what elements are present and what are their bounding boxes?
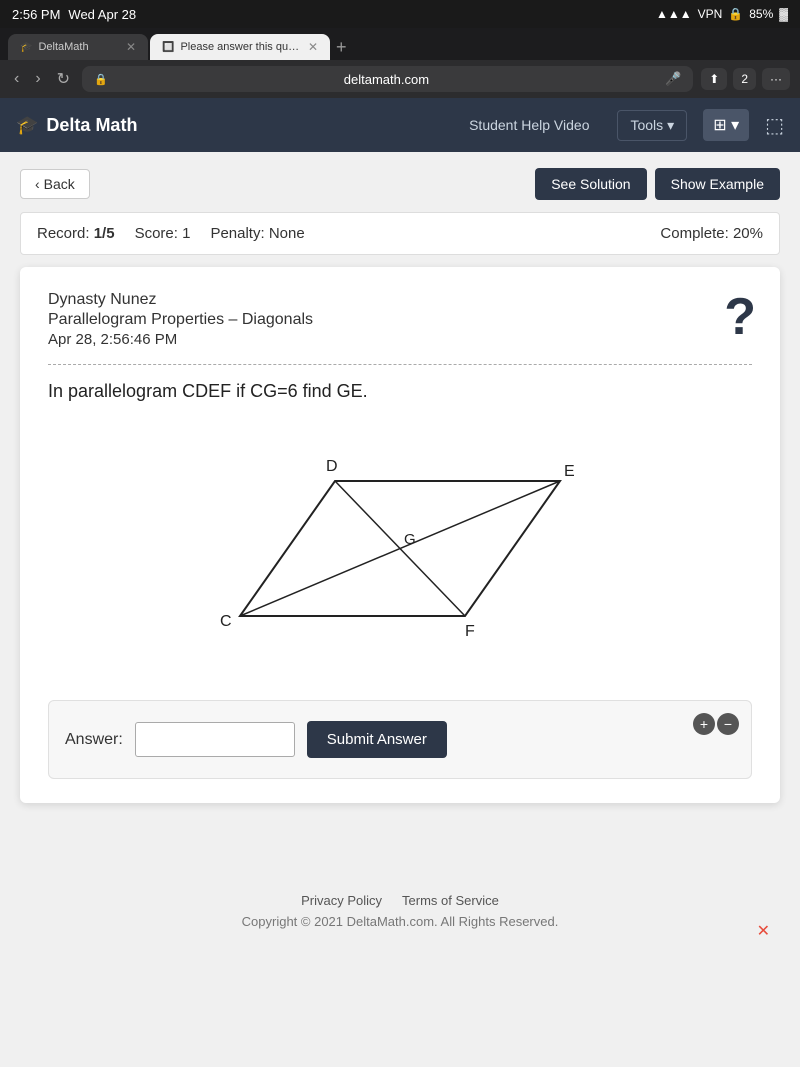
signal-icon: ▲▲▲ — [656, 7, 692, 21]
back-label: Back — [44, 176, 75, 192]
student-help-video-button[interactable]: Student Help Video — [457, 111, 601, 139]
more-options-button[interactable]: ··· — [762, 68, 790, 90]
score-value: 1 — [182, 225, 190, 242]
zoom-controls: + − — [693, 713, 739, 735]
answer-label: Answer: — [65, 731, 123, 749]
timestamp: Apr 28, 2:56:46 PM — [48, 331, 752, 348]
app-logo: 🎓 Delta Math — [16, 115, 137, 136]
tab-close-1[interactable]: ✕ — [126, 40, 136, 54]
share-button[interactable]: ⬆ — [701, 68, 727, 90]
tab-favicon-2: 🔲 — [162, 42, 174, 53]
record-value: 1/5 — [94, 225, 115, 242]
score-label: Score: — [135, 225, 178, 242]
back-arrow-icon: ‹ — [35, 176, 40, 192]
see-solution-button[interactable]: See Solution — [535, 168, 646, 200]
calc-dropdown-icon: ▾ — [731, 117, 739, 134]
tools-dropdown-icon: ▾ — [667, 117, 674, 134]
label-c: C — [220, 613, 232, 630]
status-date: Wed Apr 28 — [68, 7, 136, 22]
privacy-policy-link[interactable]: Privacy Policy — [301, 893, 382, 908]
address-text: deltamath.com — [114, 72, 659, 87]
footer: Privacy Policy Terms of Service Copyrigh… — [20, 863, 780, 949]
record-info: Record: 1/5 Score: 1 Penalty: None — [37, 225, 305, 242]
question-text: In parallelogram CDEF if CG=6 find GE. — [48, 381, 752, 402]
app-logo-icon: 🎓 — [16, 115, 38, 136]
tab-label-1: DeltaMath — [38, 41, 119, 53]
app-logo-text: Delta Math — [46, 115, 137, 136]
exit-button[interactable]: ⬚ — [765, 113, 784, 138]
footer-close-button[interactable]: ✕ — [757, 921, 770, 941]
tools-label: Tools — [630, 117, 663, 133]
calculator-button[interactable]: ⊞ ▾ — [703, 109, 749, 141]
browser-actions: ⬆ 2 ··· — [701, 68, 790, 90]
new-tab-button[interactable]: + — [336, 37, 347, 58]
status-time: 2:56 PM — [12, 7, 60, 22]
tabs-count-button[interactable]: 2 — [733, 68, 756, 90]
question-card: Dynasty Nunez Parallelogram Properties –… — [20, 267, 780, 803]
help-icon[interactable]: ? — [724, 291, 756, 343]
complete-value: 20% — [733, 225, 763, 242]
divider — [48, 364, 752, 365]
address-bar[interactable]: 🔒 deltamath.com 🎤 — [82, 66, 693, 92]
student-name: Dynasty Nunez — [48, 291, 752, 309]
lock-status-icon: 🔒 — [728, 7, 743, 21]
penalty-value: None — [269, 225, 305, 242]
complete-field: Complete: 20% — [660, 225, 763, 242]
answer-row: Answer: Submit Answer — [65, 721, 735, 758]
back-button[interactable]: ‹ Back — [20, 169, 90, 199]
topic-name: Parallelogram Properties – Diagonals — [48, 311, 752, 329]
question-meta: Dynasty Nunez Parallelogram Properties –… — [48, 291, 752, 348]
submit-answer-button[interactable]: Submit Answer — [307, 721, 447, 758]
action-buttons: See Solution Show Example — [535, 168, 780, 200]
address-lock-icon: 🔒 — [94, 73, 108, 86]
zoom-in-button[interactable]: + — [693, 713, 715, 735]
tab-label-2: Please answer this ques… — [180, 41, 301, 53]
browser-chrome: 🎓 DeltaMath ✕ 🔲 Please answer this ques…… — [0, 28, 800, 98]
calc-icon: ⊞ — [713, 117, 726, 134]
tab-favicon-1: 🎓 — [20, 42, 32, 53]
complete-label: Complete: — [660, 225, 728, 242]
reload-button[interactable]: ↻ — [53, 67, 74, 91]
diagonal-df — [335, 481, 465, 616]
label-f: F — [465, 623, 475, 640]
answer-input[interactable] — [135, 722, 295, 757]
status-bar: 2:56 PM Wed Apr 28 ▲▲▲ VPN 🔒 85% ▓ — [0, 0, 800, 28]
record-label: Record: — [37, 225, 90, 242]
address-bar-row: ‹ › ↻ 🔒 deltamath.com 🎤 ⬆ 2 ··· — [0, 60, 800, 98]
penalty-label: Penalty: — [210, 225, 264, 242]
mic-icon[interactable]: 🎤 — [665, 71, 681, 87]
forward-nav-button[interactable]: › — [31, 68, 44, 90]
tab-bar: 🎓 DeltaMath ✕ 🔲 Please answer this ques…… — [0, 28, 800, 60]
main-content: ‹ Back See Solution Show Example Record:… — [0, 152, 800, 985]
browser-tab-deltamath[interactable]: 🎓 DeltaMath ✕ — [8, 34, 148, 60]
back-nav-button[interactable]: ‹ — [10, 68, 23, 90]
vpn-indicator: VPN — [698, 7, 723, 21]
label-g: G — [404, 531, 416, 548]
battery-icon: ▓ — [779, 7, 788, 21]
label-d: D — [326, 458, 338, 475]
top-controls: ‹ Back See Solution Show Example — [20, 168, 780, 200]
record-bar: Record: 1/5 Score: 1 Penalty: None Compl… — [20, 212, 780, 255]
tools-menu-button[interactable]: Tools ▾ — [617, 110, 687, 141]
penalty-field: Penalty: None — [210, 225, 304, 242]
parallelogram-diagram: C D E F G — [190, 426, 610, 676]
score-field: Score: 1 — [135, 225, 191, 242]
browser-tab-active[interactable]: 🔲 Please answer this ques… ✕ — [150, 34, 330, 60]
footer-links: Privacy Policy Terms of Service — [20, 893, 780, 908]
tab-close-2[interactable]: ✕ — [308, 40, 318, 54]
answer-area: + − Answer: Submit Answer — [48, 700, 752, 779]
show-example-button[interactable]: Show Example — [655, 168, 780, 200]
exit-icon: ⬚ — [765, 115, 784, 137]
zoom-out-button[interactable]: − — [717, 713, 739, 735]
record-field: Record: 1/5 — [37, 225, 115, 242]
battery-indicator: 85% — [749, 7, 773, 21]
copyright-text: Copyright © 2021 DeltaMath.com. All Righ… — [20, 914, 780, 929]
app-header: 🎓 Delta Math Student Help Video Tools ▾ … — [0, 98, 800, 152]
label-e: E — [564, 463, 575, 480]
diagram-container: C D E F G — [48, 426, 752, 676]
terms-of-service-link[interactable]: Terms of Service — [402, 893, 499, 908]
